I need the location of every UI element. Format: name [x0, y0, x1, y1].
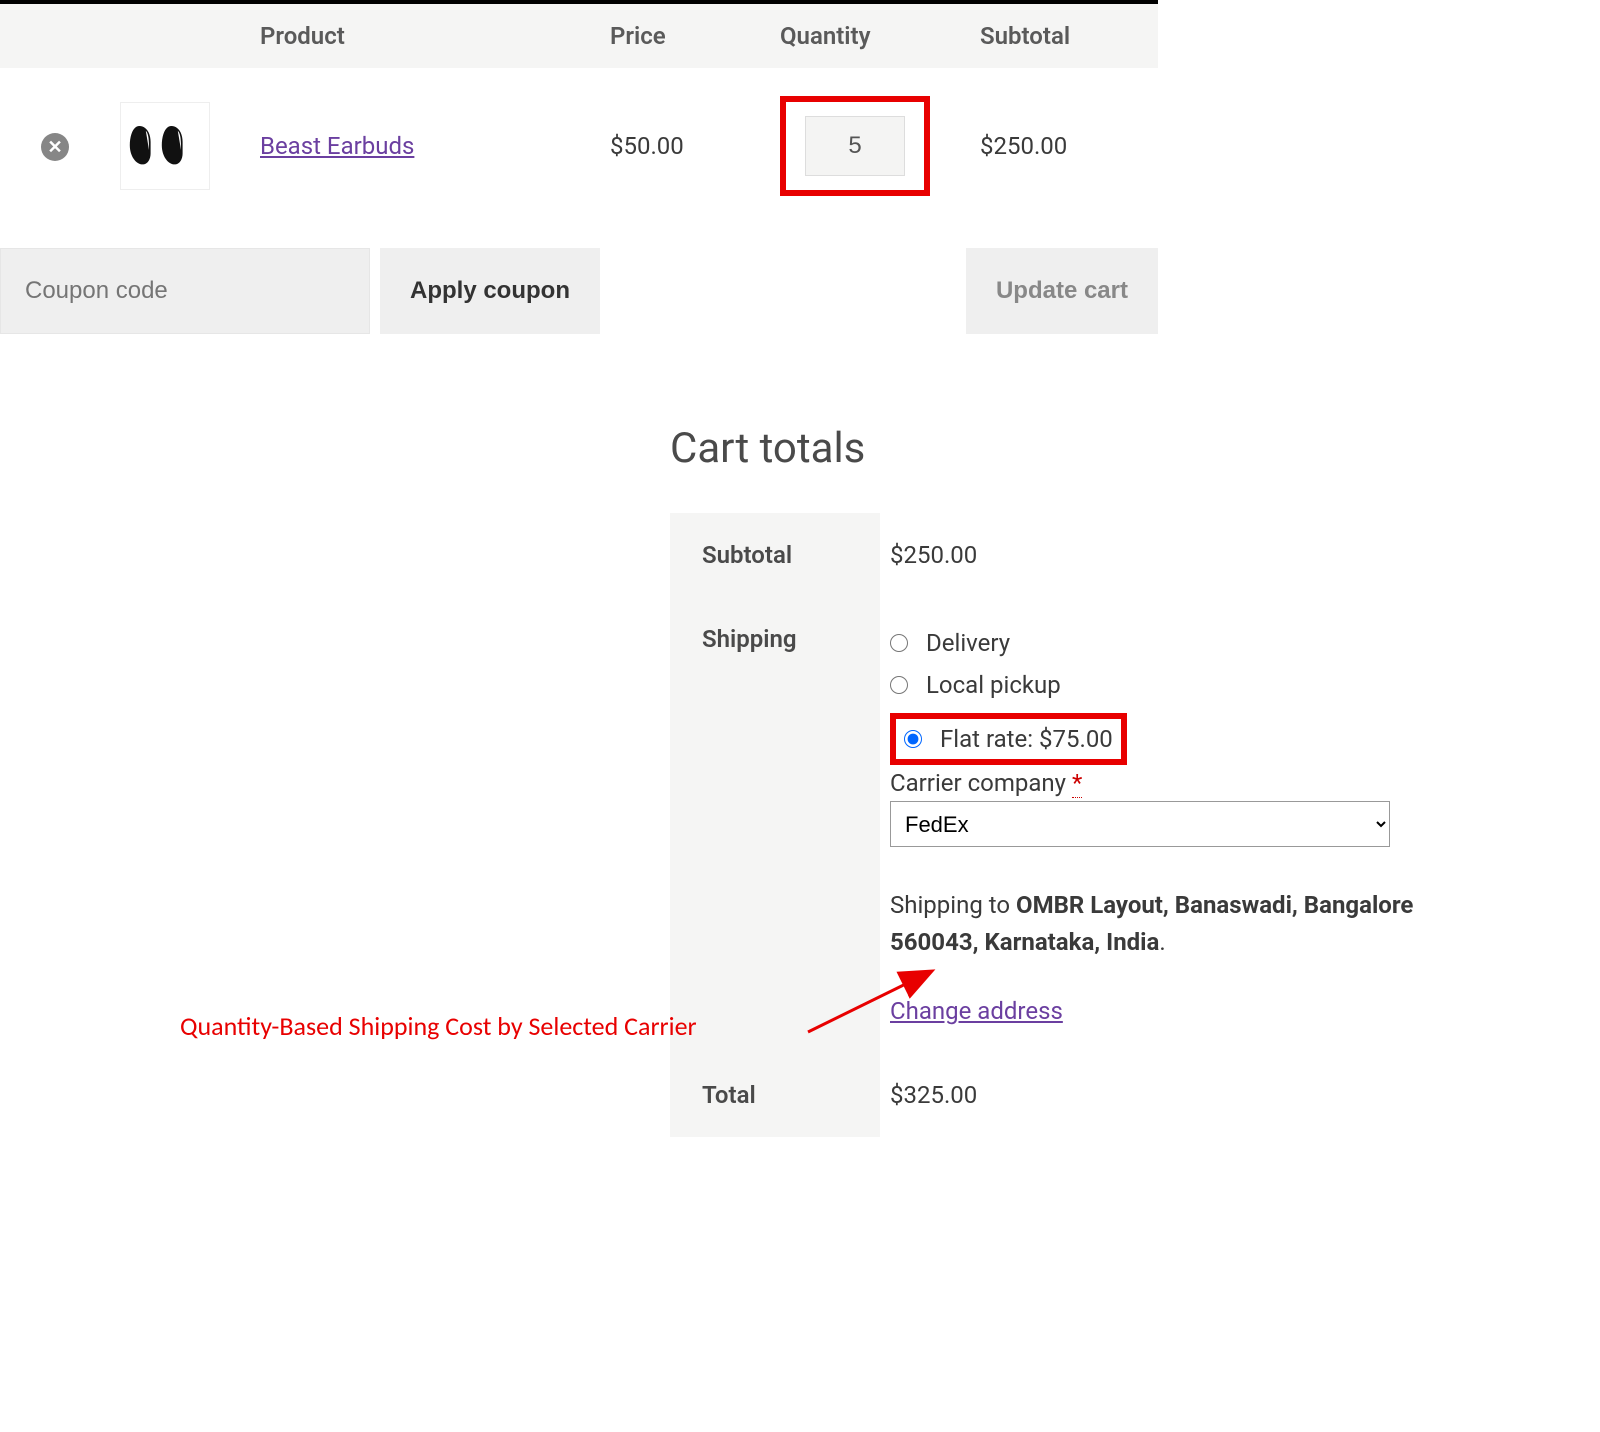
update-cart-button[interactable]: Update cart [966, 248, 1158, 334]
carrier-label-text: Carrier company [890, 769, 1072, 797]
col-qty-header: Quantity [770, 4, 970, 68]
product-link[interactable]: Beast Earbuds [260, 132, 414, 160]
shipping-to-text: Shipping to OMBR Layout, Banaswadi, Bang… [890, 887, 1440, 961]
apply-coupon-button[interactable]: Apply coupon [380, 248, 600, 334]
shipping-options: Delivery Local pickup Flat rate: $75.00 … [890, 625, 1440, 1025]
cart-row: ✕ Beast Earbuds $50.00 $250.00 [0, 68, 1158, 224]
cart-table: Product Price Quantity Subtotal ✕ Beast … [0, 4, 1158, 224]
shipping-option-delivery-label: Delivery [926, 629, 1010, 657]
product-thumbnail[interactable] [120, 102, 210, 190]
total-label: Total [670, 1053, 880, 1137]
subtotal-value: $250.00 [880, 513, 1450, 597]
subtotal-label: Subtotal [670, 513, 880, 597]
coupon-input[interactable] [0, 248, 370, 334]
required-asterisk: * [1072, 769, 1082, 798]
carrier-select[interactable]: FedEx [890, 801, 1390, 847]
flat-rate-highlight-box: Flat rate: $75.00 [890, 713, 1127, 765]
item-price: $50.00 [600, 68, 770, 224]
shipping-radio-delivery[interactable] [890, 634, 908, 652]
total-value: $325.00 [880, 1053, 1450, 1137]
cart-totals-section: Cart totals Subtotal $250.00 Shipping De… [670, 424, 1450, 1137]
cart-totals-title: Cart totals [670, 424, 1450, 473]
red-arrow-icon [800, 960, 950, 1040]
quantity-input[interactable] [805, 116, 905, 176]
shipping-radio-pickup[interactable] [890, 676, 908, 694]
col-subtotal-header: Subtotal [970, 4, 1158, 68]
shipping-option-flat-label: Flat rate: $75.00 [940, 725, 1113, 753]
remove-item-button[interactable]: ✕ [41, 133, 69, 161]
shipping-option-pickup-label: Local pickup [926, 671, 1061, 699]
red-annotation-text: Quantity-Based Shipping Cost by Selected… [180, 1010, 697, 1042]
item-subtotal: $250.00 [970, 68, 1158, 224]
col-product-header: Product [250, 4, 600, 68]
ship-to-suffix: . [1159, 928, 1165, 956]
shipping-option-delivery[interactable]: Delivery [890, 629, 1440, 657]
shipping-radio-flat[interactable] [904, 730, 922, 748]
cart-actions-row: Apply coupon Update cart [0, 248, 1158, 334]
shipping-option-pickup[interactable]: Local pickup [890, 671, 1440, 699]
earbuds-icon [125, 116, 205, 176]
carrier-company-label: Carrier company * [890, 769, 1440, 797]
col-price-header: Price [600, 4, 770, 68]
ship-to-prefix: Shipping to [890, 891, 1016, 919]
shipping-option-flat[interactable]: Flat rate: $75.00 [904, 725, 1113, 753]
qty-highlight-box [780, 96, 930, 196]
col-thumb-header [110, 4, 250, 68]
col-remove-header [0, 4, 110, 68]
